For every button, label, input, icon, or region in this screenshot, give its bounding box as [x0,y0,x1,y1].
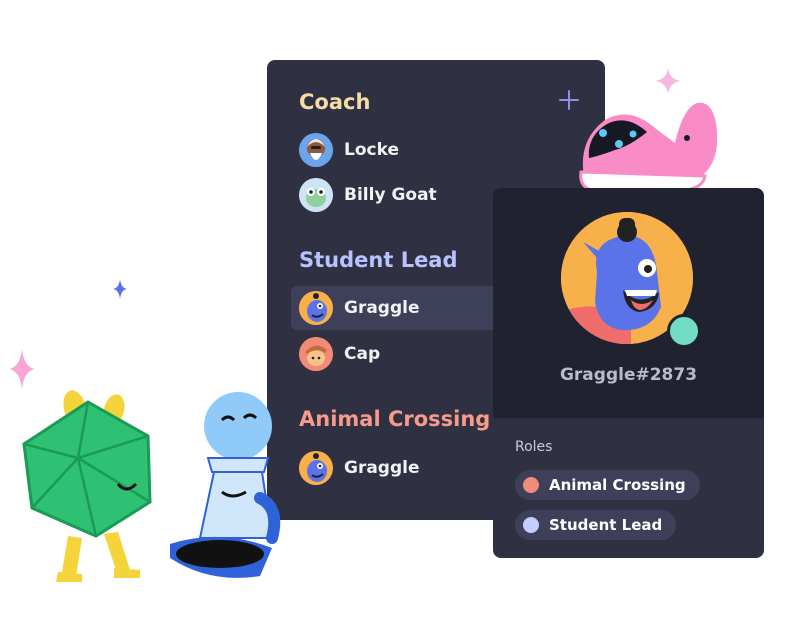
user-tag: Graggle#2873 [559,365,698,385]
member-name: Cap [344,344,381,364]
billy-goat-avatar [299,178,333,212]
role-pill-animal-crossing[interactable]: Animal Crossing [515,470,700,500]
sparkle-icon [655,68,681,94]
graggle-avatar [299,291,333,325]
member-name: Billy Goat [344,185,437,205]
role-pill-label: Student Lead [549,516,663,534]
status-indicator [667,314,701,348]
dice-character-illustration [22,390,152,582]
member-name: Locke [344,140,399,160]
graggle-avatar [299,451,333,485]
role-color-dot [523,477,539,493]
member-name: Graggle [344,458,420,478]
role-pill-student-lead[interactable]: Student Lead [515,510,677,540]
user-profile-card: Graggle#2873 Roles Animal Crossing Stude… [493,188,764,558]
member-name: Graggle [344,298,420,318]
locke-avatar [299,133,333,167]
sparkle-icon [9,349,35,389]
roles-label: Roles [515,439,553,455]
role-header-coach: Coach [299,90,371,114]
role-header-student-lead: Student Lead [299,248,458,272]
member-item-locke[interactable]: Locke [291,128,491,172]
member-item-graggle[interactable]: Graggle [291,446,491,490]
cap-avatar [299,337,333,371]
role-color-dot [523,517,539,533]
role-header-animal-crossing: Animal Crossing [299,407,491,431]
pawn-character-illustration [170,392,281,578]
member-item-graggle-selected[interactable]: Graggle [291,286,511,330]
member-item-cap[interactable]: Cap [291,332,491,376]
sparkle-icon [113,279,127,299]
sneaker-illustration [579,102,718,192]
role-pill-label: Animal Crossing [549,476,686,494]
member-item-billy-goat[interactable]: Billy Goat [291,173,491,217]
